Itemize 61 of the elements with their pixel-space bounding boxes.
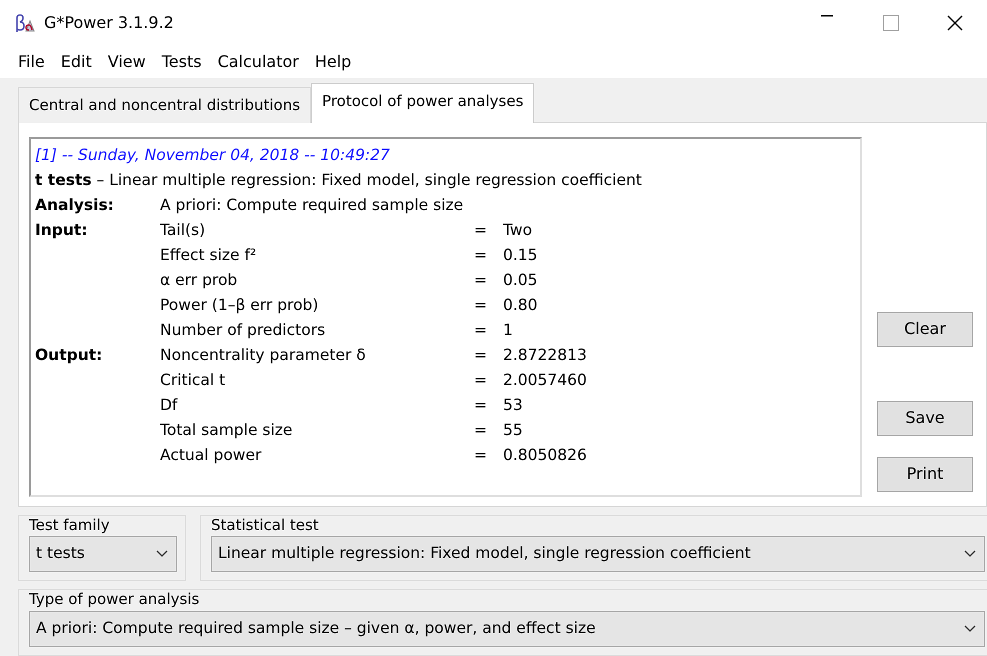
parameter-value: 0.05: [503, 270, 539, 290]
equals-sign: =: [474, 220, 488, 240]
analysis-text: A priori: Compute required sample size: [160, 194, 464, 216]
chevron-down-icon: [964, 550, 976, 558]
menu-item[interactable]: Tests: [154, 50, 210, 74]
parameter-value: 1: [503, 320, 514, 340]
section-label: Input:: [35, 220, 89, 240]
parameter-value: 2.8722813: [503, 344, 588, 366]
app-logo-icon: [14, 12, 36, 32]
minimize-icon[interactable]: [821, 14, 833, 16]
action-button[interactable]: Clear: [877, 312, 973, 346]
parameter-name: Total sample size: [160, 420, 294, 440]
menu-item[interactable]: File: [10, 50, 53, 74]
chevron-down-icon: [964, 624, 976, 632]
tab[interactable]: Protocol of power analyses: [311, 83, 534, 122]
equals-sign: =: [474, 244, 488, 266]
menu-item[interactable]: Edit: [52, 50, 100, 74]
action-button[interactable]: Save: [877, 400, 973, 436]
section-label: Output:: [35, 344, 104, 366]
equals-sign: =: [474, 370, 488, 390]
tab[interactable]: Central and noncentral distributions: [18, 87, 312, 122]
parameter-value: 53: [503, 394, 524, 416]
equals-sign: =: [474, 270, 488, 290]
group-legend: Type of power analysis: [29, 588, 985, 610]
parameter-name: α err prob: [160, 270, 238, 290]
parameter-name: Noncentrality parameter δ: [160, 344, 367, 366]
equals-sign: =: [474, 344, 488, 366]
parameter-value: 0.15: [503, 244, 539, 266]
power-analysis-type-dropdown[interactable]: A priori: Compute required sample size – given α, power, and effect size: [29, 610, 985, 646]
parameter-name: Effect size f²: [160, 244, 258, 266]
menu-item[interactable]: View: [100, 50, 154, 74]
parameter-name: Actual power: [160, 444, 262, 466]
parameter-name: Tail(s): [160, 220, 206, 240]
action-button[interactable]: Print: [877, 456, 973, 492]
chevron-down-icon: [156, 550, 168, 558]
equals-sign: =: [474, 320, 488, 340]
parameter-name: Critical t: [160, 370, 226, 390]
group-legend: Test family: [29, 514, 177, 536]
parameter-value: 0.8050826: [503, 444, 588, 466]
parameter-name: Df: [160, 394, 179, 416]
parameter-name: Power (1–β err prob): [160, 294, 320, 316]
parameter-value: 0.80: [503, 294, 539, 316]
parameter-value: 2.0057460: [503, 370, 588, 390]
protocol-test-title: t tests – Linear multiple regression: Fixed model, single regression coefficient: [35, 170, 643, 190]
parameter-value: 55: [503, 420, 524, 440]
equals-sign: =: [474, 294, 488, 316]
test-family-dropdown[interactable]: t tests: [29, 536, 177, 572]
menu-item[interactable]: Help: [306, 50, 360, 74]
statistical-test-dropdown[interactable]: Linear multiple regression: Fixed model, single regression coefficient: [211, 536, 985, 572]
menu-item[interactable]: Calculator: [210, 50, 307, 74]
parameter-name: Number of predictors: [160, 320, 326, 340]
equals-sign: =: [474, 420, 488, 440]
close-icon[interactable]: [947, 14, 963, 30]
equals-sign: =: [474, 394, 488, 416]
parameter-value: Two: [503, 220, 534, 240]
protocol-text-area[interactable]: [29, 136, 862, 496]
equals-sign: =: [474, 444, 488, 466]
protocol-timestamp: [1] -- Sunday, November 04, 2018 -- 10:49:27: [35, 144, 391, 166]
group-legend: Statistical test: [211, 514, 985, 536]
section-label: Analysis:: [35, 194, 115, 216]
window-title: G*Power 3.1.9.2: [44, 12, 174, 34]
